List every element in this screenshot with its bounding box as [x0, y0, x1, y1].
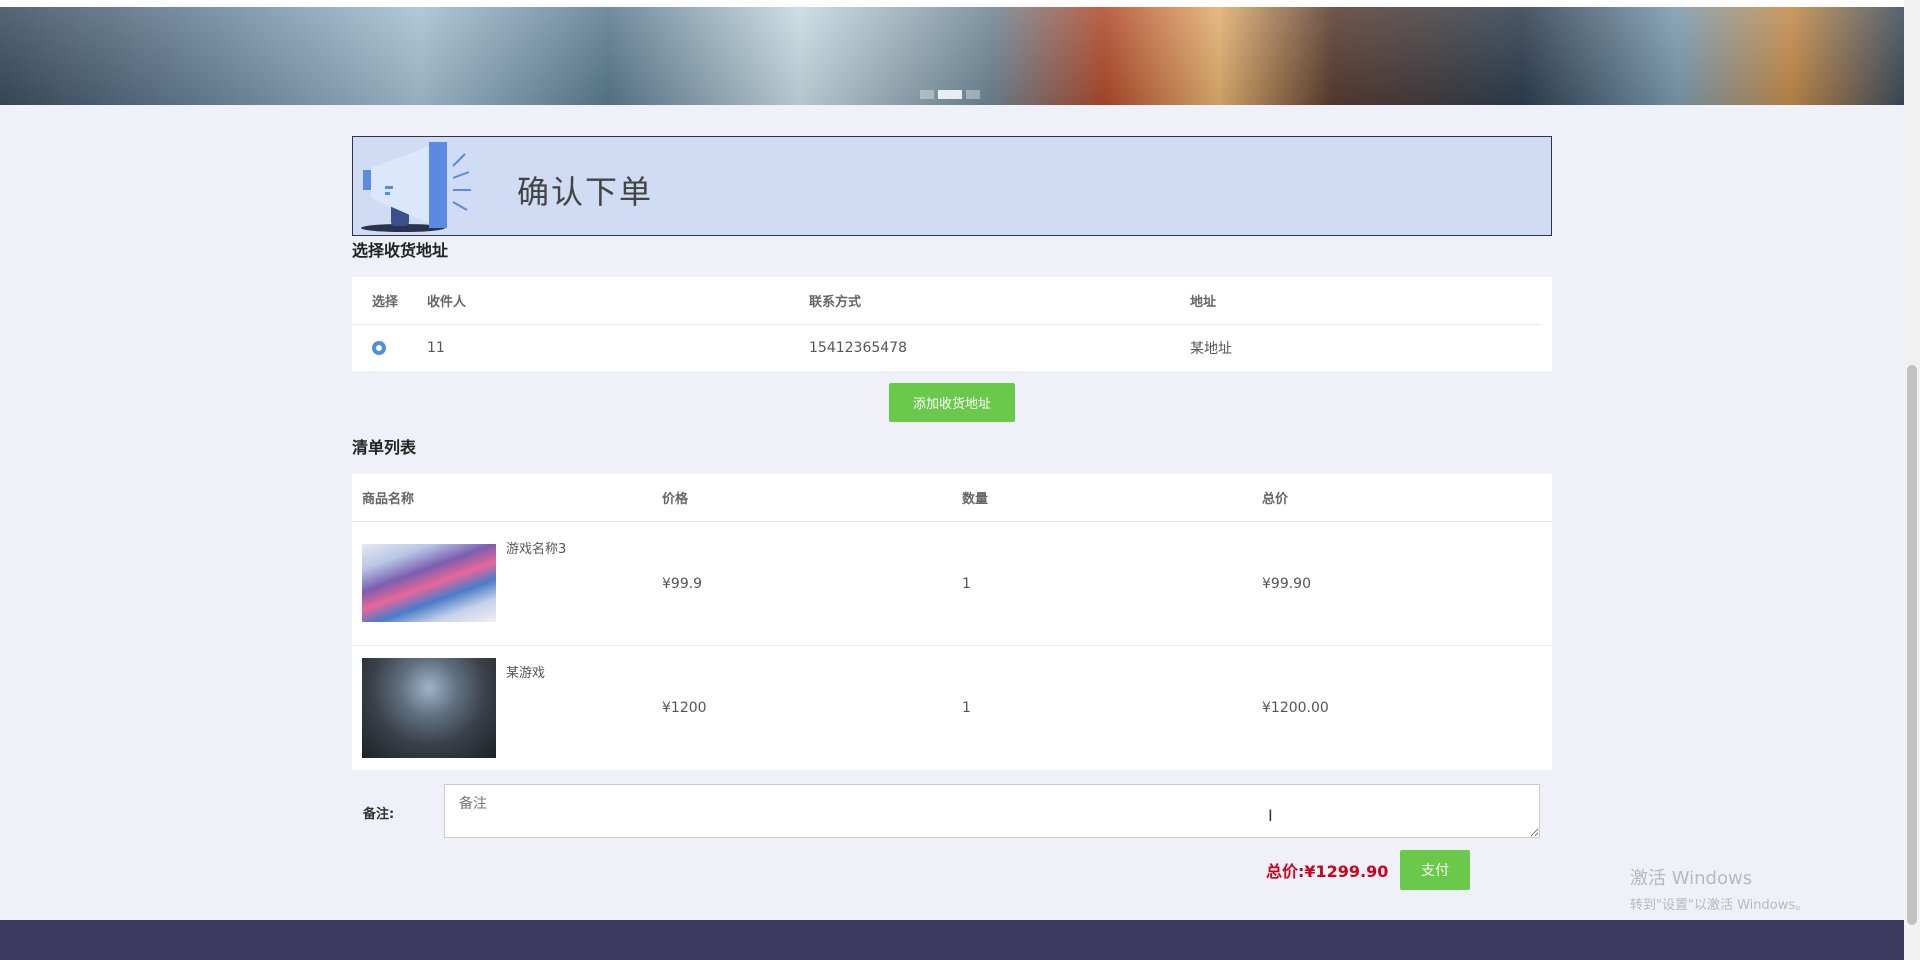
remark-input[interactable] [444, 784, 1540, 838]
add-address-button[interactable]: 添加收货地址 [889, 383, 1015, 422]
column-header-total: 总价 [1262, 492, 1289, 507]
vertical-scrollbar[interactable] [1904, 0, 1920, 960]
product-subtotal: ¥99.90 [1262, 575, 1311, 592]
recipient-cell: 11 [427, 340, 445, 356]
megaphone-icon [361, 142, 471, 232]
address-row[interactable]: 11 15412365478 某地址 [352, 325, 1552, 371]
column-header-price: 价格 [662, 492, 689, 507]
page-title: 确认下单 [517, 173, 654, 211]
address-section-heading: 选择收货地址 [352, 241, 449, 260]
carousel-indicators [920, 90, 980, 99]
product-quantity: 1 [962, 700, 971, 716]
product-price: ¥1200 [662, 700, 707, 716]
page-footer [0, 920, 1904, 960]
product-thumbnail[interactable] [362, 658, 496, 758]
address-select-cell[interactable] [372, 325, 386, 371]
scrollbar-thumb[interactable] [1907, 365, 1917, 925]
remark-label: 备注: [363, 807, 395, 822]
column-header-select: 选择 [372, 295, 399, 310]
carousel-dot[interactable] [920, 90, 934, 99]
order-list-table: 商品名称 价格 数量 总价 游戏名称3 ¥99.9 1 ¥99.90 某游戏 ¥… [352, 474, 1552, 770]
page-title-box: 确认下单 [352, 136, 1552, 236]
order-list-header: 商品名称 价格 数量 总价 [352, 474, 1552, 522]
table-row: 游戏名称3 ¥99.9 1 ¥99.90 [352, 522, 1552, 646]
carousel-dot-active[interactable] [938, 90, 962, 99]
radio-selected-icon[interactable] [372, 341, 386, 355]
product-name[interactable]: 某游戏 [506, 662, 545, 681]
product-quantity: 1 [962, 575, 971, 592]
product-thumbnail[interactable] [362, 544, 496, 622]
product-name[interactable]: 游戏名称3 [506, 538, 566, 557]
order-total: 总价:¥1299.90 [1266, 862, 1389, 881]
carousel-dot[interactable] [966, 90, 980, 99]
product-price: ¥99.9 [662, 575, 703, 592]
pay-button[interactable]: 支付 [1400, 850, 1470, 890]
phone-cell: 15412365478 [809, 340, 907, 356]
column-header-recipient: 收件人 [427, 295, 467, 310]
watermark-line2: 转到"设置"以激活 Windows。 [1630, 898, 1809, 913]
column-header-quantity: 数量 [962, 492, 989, 507]
column-header-address: 地址 [1190, 295, 1217, 310]
address-table-header: 选择 收件人 联系方式 地址 [352, 277, 1542, 325]
watermark-line1: 激活 Windows [1630, 868, 1753, 889]
address-table: 选择 收件人 联系方式 地址 11 15412365478 某地址 [352, 277, 1552, 371]
table-row: 某游戏 ¥1200 1 ¥1200.00 [352, 646, 1552, 770]
order-list-heading: 清单列表 [352, 438, 417, 457]
address-cell: 某地址 [1190, 341, 1232, 357]
top-banner-carousel[interactable] [0, 0, 1904, 105]
windows-activation-watermark: 激活 Windows 转到"设置"以激活 Windows。 [1630, 864, 1808, 913]
product-subtotal: ¥1200.00 [1262, 700, 1329, 716]
column-header-product: 商品名称 [362, 492, 415, 507]
text-cursor-icon: Ι [1268, 806, 1273, 825]
column-header-contact: 联系方式 [809, 295, 862, 310]
